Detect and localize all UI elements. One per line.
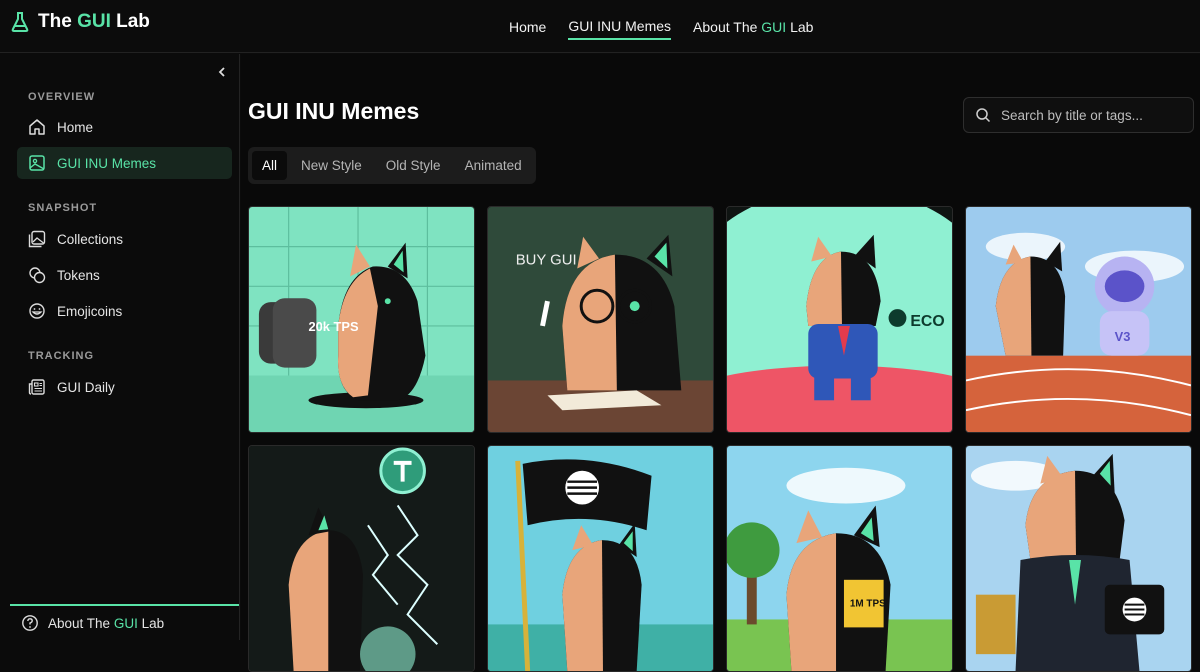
search-box[interactable] <box>963 97 1194 133</box>
meme-image: V3 <box>966 207 1191 432</box>
meme-card[interactable]: V3 <box>965 206 1192 433</box>
meme-image <box>488 446 713 671</box>
smiley-icon <box>29 303 45 319</box>
meme-card[interactable] <box>965 445 1192 672</box>
meme-card[interactable] <box>248 445 475 672</box>
svg-text:BUY GUI: BUY GUI <box>516 252 577 268</box>
nav-home[interactable]: Home <box>509 15 546 39</box>
search-icon <box>976 108 991 123</box>
collapse-sidebar-button[interactable] <box>214 64 230 80</box>
sidebar-item-gui-daily[interactable]: GUI Daily <box>17 371 232 403</box>
page-title: GUI INU Memes <box>248 98 420 124</box>
help-circle-icon <box>22 615 38 631</box>
sidebar-item-collections[interactable]: Collections <box>17 223 232 255</box>
meme-card[interactable] <box>487 445 714 672</box>
sidebar-item-gui-inu-memes[interactable]: GUI INU Memes <box>17 147 232 179</box>
meme-image: ECO <box>727 207 952 432</box>
chevron-left-icon <box>218 67 225 77</box>
sidebar-item-label: Home <box>57 119 94 135</box>
sidebar-item-label: Emojicoins <box>57 303 123 319</box>
top-bar: The GUI Lab Home GUI INU Memes About The… <box>0 0 1200 53</box>
tab-all[interactable]: All <box>252 151 288 180</box>
section-label-tracking: TRACKING <box>28 350 95 362</box>
tab-old-style[interactable]: Old Style <box>376 151 451 180</box>
sidebar-about-link[interactable]: About The GUI Lab <box>10 604 239 640</box>
nav-about[interactable]: About The GUI Lab <box>693 15 813 39</box>
collection-icon <box>28 230 46 248</box>
meme-card[interactable]: 1M TPS <box>726 445 953 672</box>
main-content: GUI INU Memes All New Style Old Style An… <box>241 54 1200 672</box>
svg-text:V3: V3 <box>1115 329 1131 344</box>
meme-card[interactable]: ECO <box>726 206 953 433</box>
sidebar: OVERVIEW Home GUI INU Memes SNAPSHOT Col… <box>0 54 240 640</box>
meme-image: 1M TPS <box>727 446 952 671</box>
image-icon <box>29 155 45 171</box>
brand-logo[interactable]: The GUI Lab <box>10 11 150 33</box>
sidebar-item-label: Tokens <box>57 267 100 283</box>
meme-image: 20k TPS <box>249 207 474 432</box>
meme-card[interactable]: BUY GUI <box>487 206 714 433</box>
newspaper-icon <box>28 379 45 395</box>
sidebar-item-tokens[interactable]: Tokens <box>17 259 232 291</box>
meme-image <box>966 446 1191 671</box>
nav-gui-inu-memes[interactable]: GUI INU Memes <box>568 14 672 40</box>
tab-new-style[interactable]: New Style <box>291 151 372 180</box>
sidebar-item-label: GUI INU Memes <box>57 155 157 171</box>
meme-grid: 20k TPS BUY GUI ECO V3 1M TPS <box>248 206 1194 672</box>
sidebar-item-label: Collections <box>57 231 124 247</box>
sidebar-item-emojicoins[interactable]: Emojicoins <box>17 295 232 327</box>
brand-text: The GUI Lab <box>38 11 150 32</box>
flask-icon <box>11 12 29 32</box>
sidebar-about-label: About The GUI Lab <box>48 615 165 631</box>
meme-card[interactable]: 20k TPS <box>248 206 475 433</box>
tab-animated[interactable]: Animated <box>455 151 532 180</box>
section-label-snapshot: SNAPSHOT <box>28 202 98 214</box>
filter-tabs: All New Style Old Style Animated <box>248 147 536 184</box>
sidebar-item-label: GUI Daily <box>57 379 115 395</box>
top-nav: Home GUI INU Memes About The GUI Lab <box>509 0 813 53</box>
coins-icon <box>29 267 46 284</box>
svg-text:1M TPS: 1M TPS <box>850 599 886 610</box>
svg-text:ECO: ECO <box>910 313 944 330</box>
search-input[interactable] <box>1001 107 1181 123</box>
svg-text:20k TPS: 20k TPS <box>308 319 359 334</box>
meme-image <box>249 446 474 671</box>
sidebar-item-home[interactable]: Home <box>17 111 232 143</box>
meme-image: BUY GUI <box>488 207 713 432</box>
section-label-overview: OVERVIEW <box>28 91 96 103</box>
home-icon <box>29 119 45 135</box>
